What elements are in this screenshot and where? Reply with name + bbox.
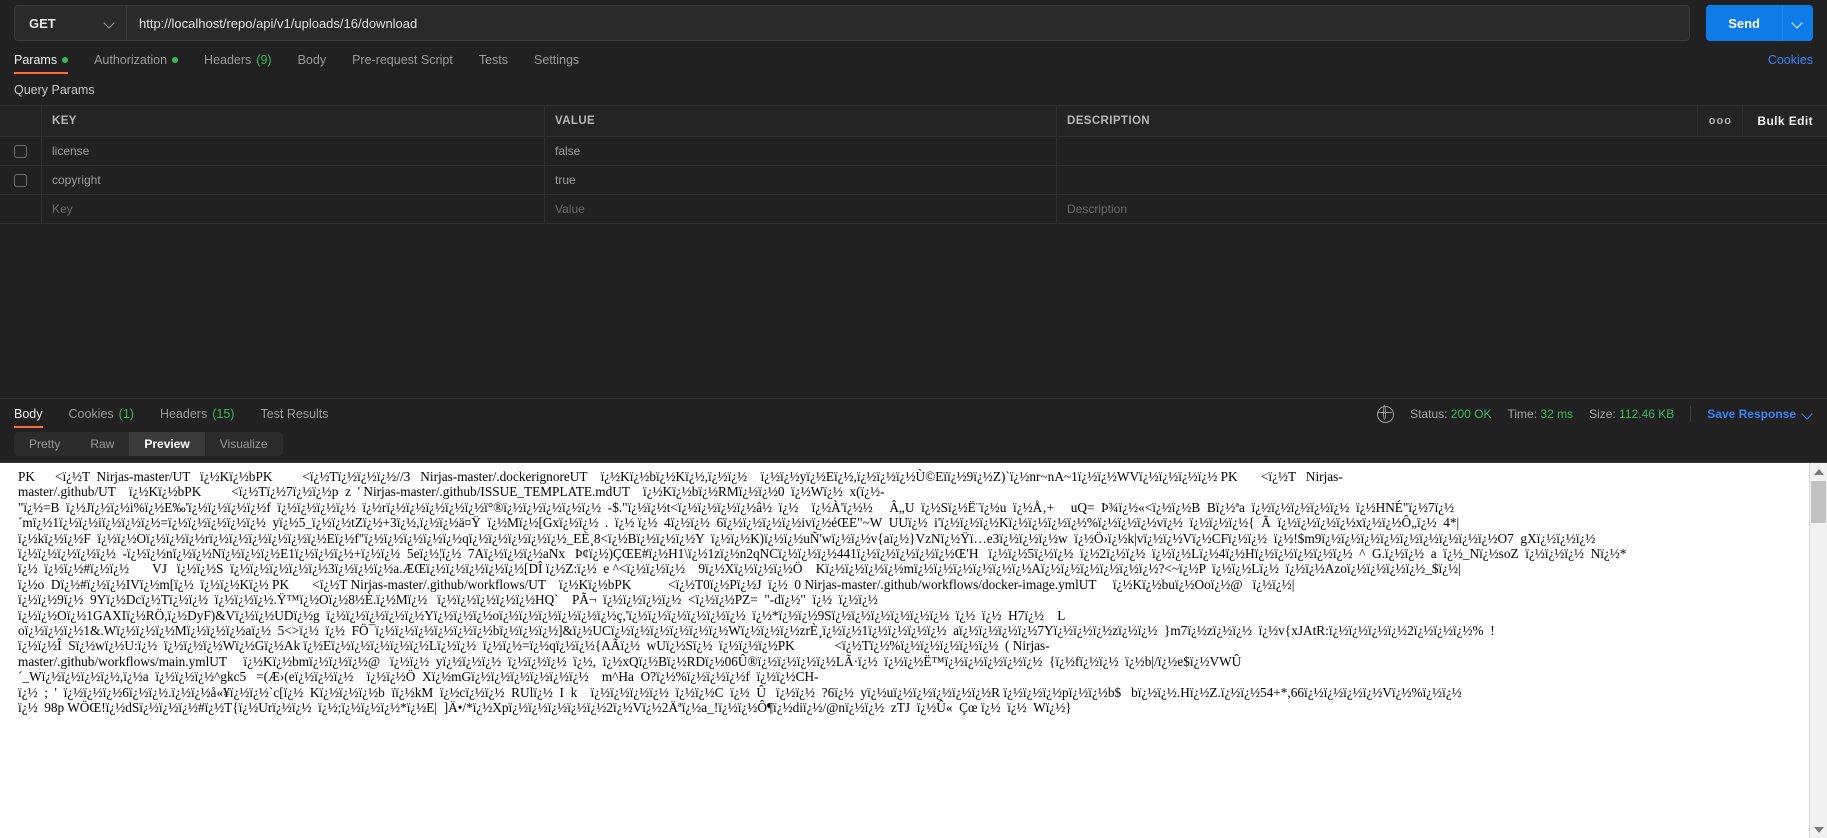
chevron-down-icon xyxy=(105,18,115,28)
table-header-row: KEY VALUE DESCRIPTION ooo Bulk Edit xyxy=(0,106,1827,137)
modified-dot-icon xyxy=(62,57,69,63)
send-options-button[interactable] xyxy=(1782,5,1813,41)
tab-tests[interactable]: Tests xyxy=(479,46,508,74)
more-options-icon[interactable]: ooo xyxy=(1697,106,1742,136)
request-url-bar: GET http://localhost/repo/api/v1/uploads… xyxy=(0,0,1827,46)
tab-headers-label: Headers xyxy=(204,53,252,67)
save-response-button[interactable]: Save Response xyxy=(1707,407,1813,421)
http-method-label: GET xyxy=(29,15,56,31)
param-value-input[interactable]: true xyxy=(545,166,1057,194)
chevron-down-icon xyxy=(1793,18,1803,28)
param-key-input[interactable]: license xyxy=(42,137,545,165)
response-tab-cookies-count: (1) xyxy=(118,407,134,421)
response-meta: Status: 200 OK Time: 32 ms Size: 112.46 … xyxy=(1376,405,1813,423)
preview-scrollbar[interactable] xyxy=(1809,463,1827,838)
status-label: Status: xyxy=(1410,407,1448,421)
new-param-description-input[interactable]: Description xyxy=(1057,195,1827,223)
row-checkbox-cell xyxy=(0,166,42,194)
modified-dot-icon xyxy=(172,57,179,63)
status-value: 200 OK xyxy=(1450,407,1492,421)
row-checkbox[interactable] xyxy=(14,144,27,158)
row-checkbox-cell xyxy=(0,195,42,223)
column-header-description-label: DESCRIPTION xyxy=(1067,115,1150,127)
tab-authorization-label: Authorization xyxy=(94,53,168,67)
tab-params[interactable]: Params xyxy=(14,46,69,74)
column-header-key: KEY xyxy=(42,106,545,136)
tab-headers[interactable]: Headers (9) xyxy=(204,46,272,74)
status-text: Status: 200 OK xyxy=(1410,407,1491,421)
tab-settings-label: Settings xyxy=(534,53,580,67)
response-tab-headers-label: Headers xyxy=(159,407,208,421)
send-button-group: Send xyxy=(1706,5,1813,41)
response-tab-headers-count: (15) xyxy=(212,407,235,421)
size-label: Size: xyxy=(1589,407,1616,421)
table-row-empty: Key Value Description xyxy=(0,195,1827,223)
response-tab-cookies-label: Cookies xyxy=(68,407,114,421)
url-text: http://localhost/repo/api/v1/uploads/16/… xyxy=(139,15,418,31)
response-tab-body[interactable]: Body xyxy=(14,400,43,428)
request-tab-bar: Params Authorization Headers (9) Body Pr… xyxy=(0,46,1827,74)
scrollbar-thumb[interactable] xyxy=(1811,481,1826,523)
table-row: license false xyxy=(0,137,1827,166)
tab-params-label: Params xyxy=(14,53,58,67)
response-view-mode-toggle: Pretty Raw Preview Visualize xyxy=(14,432,283,456)
tab-tests-label: Tests xyxy=(478,53,508,67)
response-tab-body-label: Body xyxy=(14,407,43,421)
param-description-input[interactable] xyxy=(1057,137,1827,165)
triangle-down-icon xyxy=(1813,826,1824,833)
response-preview-pane: PK <ï¿½T Nirjas-master/UT ï¿½Kï¿½bPK <ï¿… xyxy=(0,462,1827,838)
row-checkbox-cell xyxy=(0,137,42,165)
scroll-up-button[interactable] xyxy=(1810,463,1827,480)
tab-body[interactable]: Body xyxy=(298,46,327,74)
bulk-edit-button[interactable]: Bulk Edit xyxy=(1742,106,1827,136)
size-text: Size: 112.46 KB xyxy=(1589,407,1674,421)
http-method-select[interactable]: GET xyxy=(14,5,126,41)
meta-divider xyxy=(1690,406,1692,422)
response-tab-cookies[interactable]: Cookies (1) xyxy=(69,400,134,428)
response-body-preview: PK <ï¿½T Nirjas-master/UT ï¿½Kï¿½bPK <ï¿… xyxy=(18,469,1627,716)
tab-body-label: Body xyxy=(297,53,327,67)
view-mode-visualize[interactable]: Visualize xyxy=(205,432,283,456)
row-checkbox[interactable] xyxy=(14,173,27,187)
column-header-value: VALUE xyxy=(545,106,1057,136)
time-value: 32 ms xyxy=(1540,407,1574,421)
query-params-table: KEY VALUE DESCRIPTION ooo Bulk Edit lice… xyxy=(0,105,1827,224)
response-pane: Body Cookies (1) Headers (15) Test Resul… xyxy=(0,398,1827,838)
response-tab-test-results-label: Test Results xyxy=(260,407,329,421)
send-button[interactable]: Send xyxy=(1706,5,1782,41)
table-row: copyright true xyxy=(0,166,1827,195)
tab-authorization[interactable]: Authorization xyxy=(94,46,179,74)
view-mode-pretty[interactable]: Pretty xyxy=(14,432,75,456)
triangle-up-icon xyxy=(1813,468,1824,475)
time-label: Time: xyxy=(1507,407,1538,421)
new-param-value-input[interactable]: Value xyxy=(545,195,1057,223)
param-description-input[interactable] xyxy=(1057,166,1827,194)
param-value-input[interactable]: false xyxy=(545,137,1057,165)
param-key-input[interactable]: copyright xyxy=(42,166,545,194)
view-mode-preview[interactable]: Preview xyxy=(129,432,205,456)
api-client-window: GET http://localhost/repo/api/v1/uploads… xyxy=(0,0,1827,838)
chevron-down-icon xyxy=(1803,409,1813,419)
time-text: Time: 32 ms xyxy=(1508,407,1574,421)
response-tab-bar: Body Cookies (1) Headers (15) Test Resul… xyxy=(0,399,1827,429)
tab-headers-count: (9) xyxy=(256,53,272,67)
response-tab-test-results[interactable]: Test Results xyxy=(260,400,328,428)
new-param-key-input[interactable]: Key xyxy=(42,195,545,223)
response-tab-headers[interactable]: Headers (15) xyxy=(160,400,234,428)
view-mode-raw[interactable]: Raw xyxy=(75,432,129,456)
tab-pre-request-script[interactable]: Pre-request Script xyxy=(352,46,453,74)
tab-pre-request-script-label: Pre-request Script xyxy=(352,53,453,67)
scroll-down-button[interactable] xyxy=(1810,821,1827,838)
tab-settings[interactable]: Settings xyxy=(534,46,579,74)
globe-icon[interactable] xyxy=(1376,405,1395,423)
select-all-cell xyxy=(0,106,42,136)
cookies-link[interactable]: Cookies xyxy=(1768,53,1813,67)
size-value: 112.46 KB xyxy=(1619,407,1675,421)
request-pane-spacer xyxy=(0,224,1827,398)
url-input[interactable]: http://localhost/repo/api/v1/uploads/16/… xyxy=(126,5,1691,41)
save-response-label: Save Response xyxy=(1707,407,1796,421)
query-params-title: Query Params xyxy=(14,83,95,97)
column-header-description: DESCRIPTION ooo Bulk Edit xyxy=(1057,106,1827,136)
